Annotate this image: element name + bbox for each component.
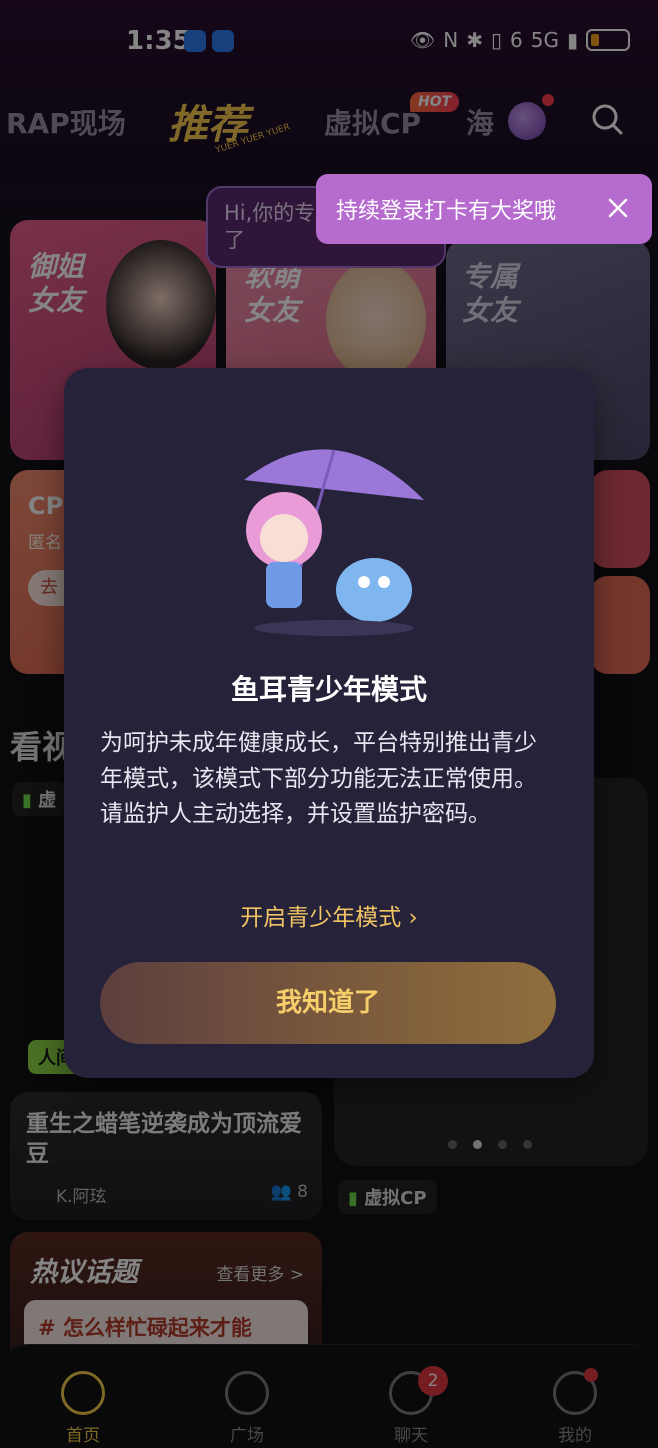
- app-screen: 1:35 👁 N ✱ ▯ 6 5G ▮ RAP现场 推荐 YUER YUER Y…: [0, 0, 658, 1448]
- dialog-title: 鱼耳青少年模式: [230, 673, 427, 706]
- enable-teen-mode-link[interactable]: 开启青少年模式 ›: [64, 898, 594, 932]
- teen-mode-illustration: [244, 449, 424, 636]
- tooltip-text: 持续登录打卡有大奖哦: [336, 199, 557, 224]
- close-icon[interactable]: [604, 194, 632, 222]
- teen-mode-dialog: 鱼耳青少年模式 为呵护未成年健康成长，平台特别推出青少年模式，该模式下部分功能无…: [64, 368, 594, 1078]
- dialog-body: 为呵护未成年健康成长，平台特别推出青少年模式，该模式下部分功能无法正常使用。请监…: [100, 730, 537, 828]
- confirm-button[interactable]: 我知道了: [100, 962, 556, 1044]
- checkin-tooltip: 持续登录打卡有大奖哦: [316, 174, 652, 244]
